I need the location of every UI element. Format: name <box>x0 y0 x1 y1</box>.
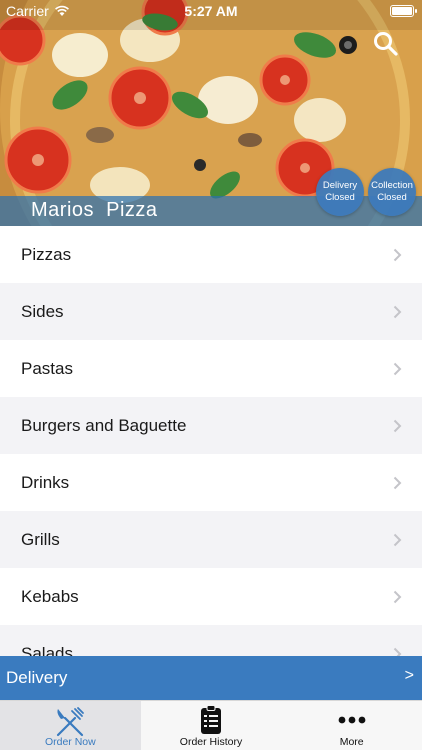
menu-category-burgers[interactable]: Burgers and Baguette <box>0 397 422 454</box>
delivery-status-line2: Closed <box>325 192 355 203</box>
collection-status-line1: Collection <box>371 180 413 191</box>
menu-category-grills[interactable]: Grills <box>0 511 422 568</box>
tab-order-history[interactable]: Order History <box>141 701 282 750</box>
menu-category-label: Pastas <box>21 358 73 378</box>
chevron-right-icon <box>393 248 402 262</box>
delivery-status-line1: Delivery <box>322 180 358 191</box>
chevron-right-icon <box>393 419 402 433</box>
battery-icon <box>390 5 417 17</box>
clipboard-list-icon <box>201 705 221 734</box>
more-dots-icon <box>338 716 366 724</box>
menu-category-list: Pizzas Sides Pastas Burgers and Baguette… <box>0 226 422 656</box>
chevron-right-icon <box>393 647 402 656</box>
collection-status-line2: Closed <box>377 192 407 203</box>
menu-category-pizzas[interactable]: Pizzas <box>0 226 422 283</box>
clock: 5:27 AM <box>184 3 238 19</box>
delivery-status-badge: Delivery Closed <box>316 168 364 216</box>
menu-category-pastas[interactable]: Pastas <box>0 340 422 397</box>
delivery-arrow-icon: > <box>404 667 414 684</box>
collection-status-badge: Collection Closed <box>368 168 416 216</box>
delivery-mode-label: Delivery <box>6 668 68 687</box>
delivery-mode-bar[interactable]: Delivery > <box>0 656 422 700</box>
menu-category-sides[interactable]: Sides <box>0 283 422 340</box>
menu-category-label: Pizzas <box>21 244 72 264</box>
tab-more[interactable]: More <box>281 701 422 750</box>
menu-category-label: Kebabs <box>21 586 79 606</box>
menu-category-label: Salads <box>21 643 73 657</box>
menu-category-salads[interactable]: Salads <box>0 625 422 656</box>
menu-category-label: Sides <box>21 301 64 321</box>
tab-label: Order History <box>179 736 243 748</box>
chevron-right-icon <box>393 362 402 376</box>
menu-category-label: Drinks <box>21 472 70 492</box>
menu-category-label: Burgers and Baguette <box>21 415 187 435</box>
fork-knife-icon <box>57 707 85 737</box>
search-icon[interactable] <box>372 30 400 58</box>
menu-category-drinks[interactable]: Drinks <box>0 454 422 511</box>
menu-category-label: Grills <box>21 529 60 549</box>
restaurant-name: Marios Pizza <box>31 199 158 221</box>
chevron-right-icon <box>393 590 402 604</box>
status-bar: Carrier 5:27 AM <box>0 0 422 22</box>
chevron-right-icon <box>393 305 402 319</box>
header-banner: Carrier 5:27 AM Marios Pizza Delivery Cl… <box>0 0 422 226</box>
chevron-right-icon <box>393 533 402 547</box>
chevron-right-icon <box>393 476 402 490</box>
tab-order-now[interactable]: Order Now <box>0 701 141 750</box>
menu-category-kebabs[interactable]: Kebabs <box>0 568 422 625</box>
tab-bar: Order Now Order History More <box>0 700 422 750</box>
tab-label: More <box>339 736 364 748</box>
tab-label: Order Now <box>44 736 96 748</box>
